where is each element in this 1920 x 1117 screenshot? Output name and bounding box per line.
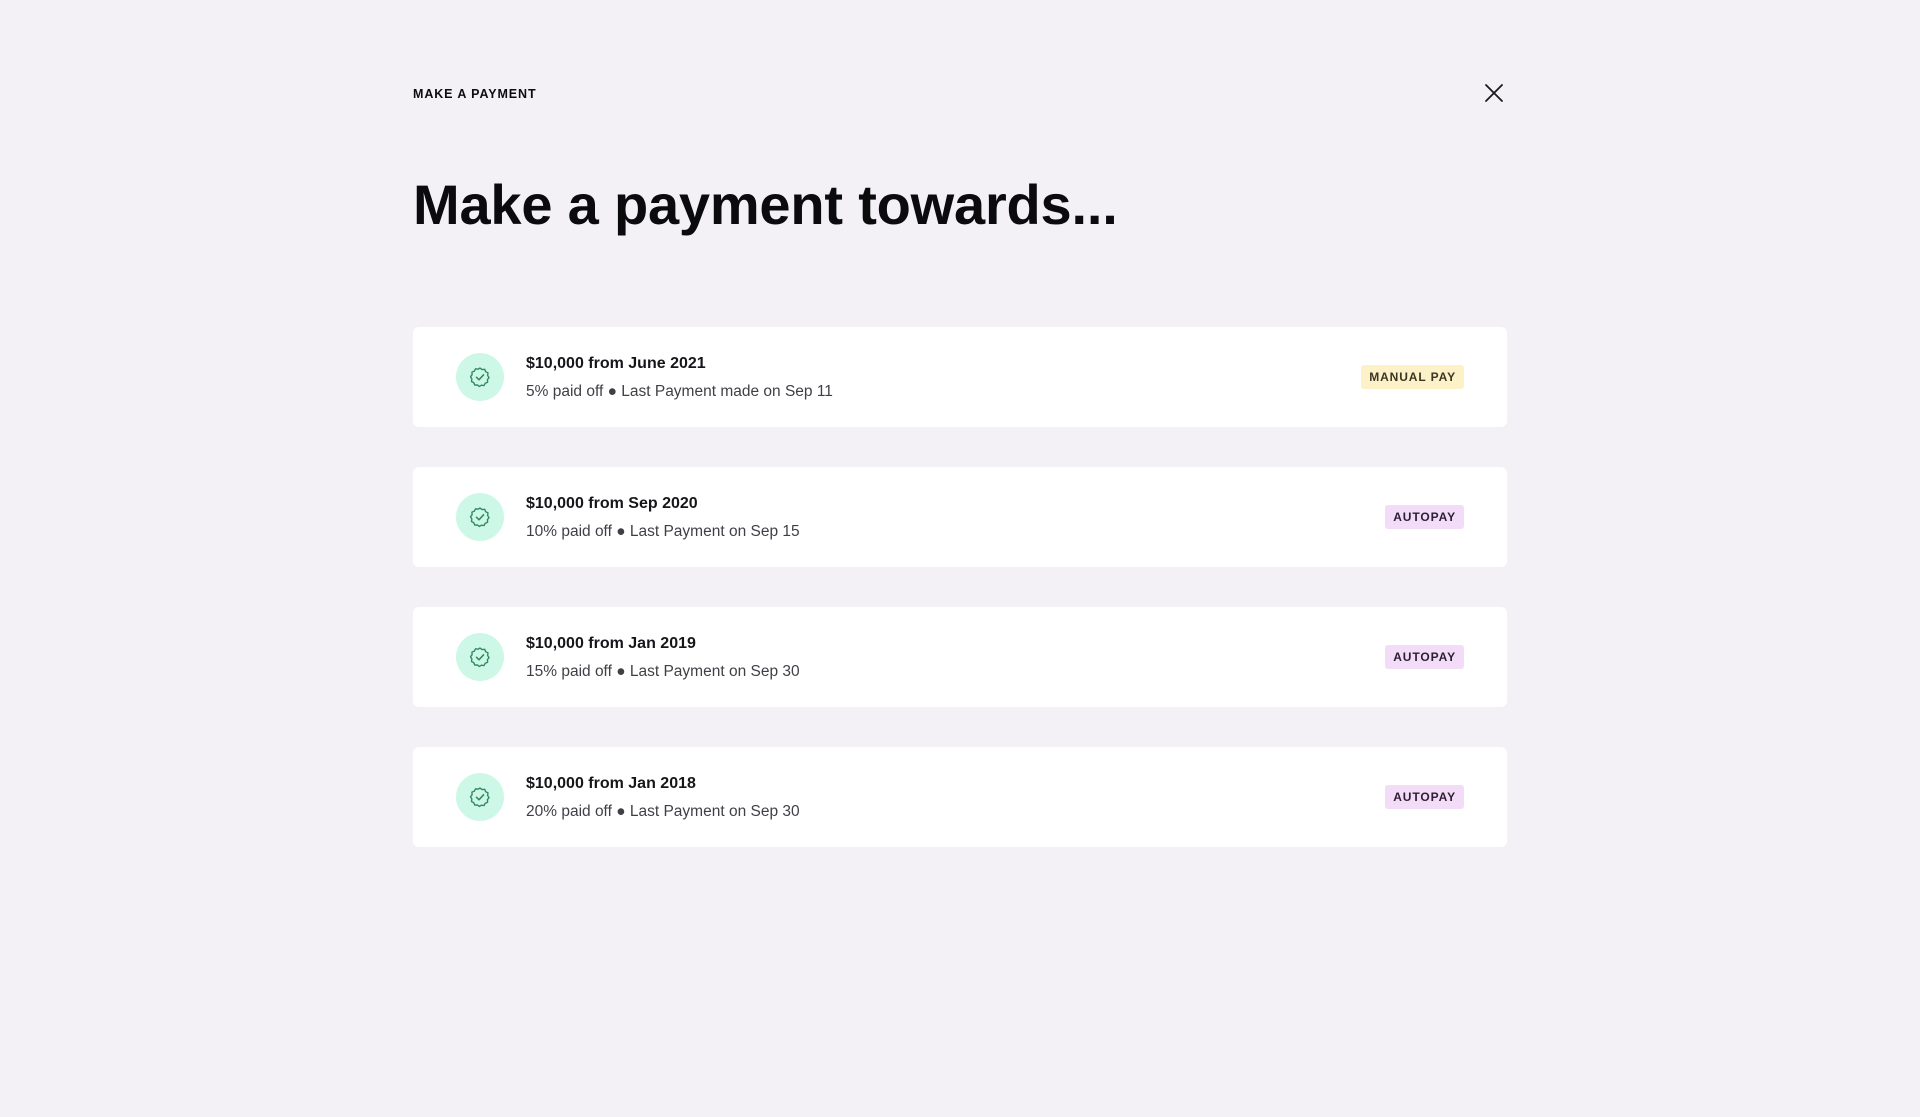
- loan-title: $10,000 from Sep 2020: [526, 495, 698, 512]
- manual-pay-badge: MANUAL PAY: [1361, 365, 1464, 389]
- loan-card-text: $10,000 from Jan 2018 20% paid off ● Las…: [526, 774, 800, 822]
- loan-card[interactable]: $10,000 from Sep 2020 10% paid off ● Las…: [413, 467, 1507, 567]
- loan-card-text: $10,000 from Jan 2019 15% paid off ● Las…: [526, 634, 800, 682]
- loan-subtitle: 10% paid off ● Last Payment on Sep 15: [526, 523, 800, 540]
- loan-card-text: $10,000 from June 2021 5% paid off ● Las…: [526, 354, 833, 402]
- loan-card[interactable]: $10,000 from June 2021 5% paid off ● Las…: [413, 327, 1507, 427]
- check-badge-icon: [469, 507, 490, 528]
- loan-list: $10,000 from June 2021 5% paid off ● Las…: [413, 327, 1507, 887]
- check-badge-icon: [469, 787, 490, 808]
- close-button[interactable]: [1481, 80, 1507, 106]
- loan-subtitle: 20% paid off ● Last Payment on Sep 30: [526, 803, 800, 820]
- page: MAKE A PAYMENT Make a payment towards...…: [0, 0, 1920, 1117]
- status-circle: [456, 353, 504, 401]
- autopay-badge: AUTOPAY: [1385, 505, 1464, 529]
- modal-header-label: MAKE A PAYMENT: [413, 87, 537, 101]
- status-circle: [456, 493, 504, 541]
- loan-card-text: $10,000 from Sep 2020 10% paid off ● Las…: [526, 494, 800, 542]
- check-badge-icon: [469, 367, 490, 388]
- loan-title: $10,000 from Jan 2019: [526, 635, 696, 652]
- payment-modal: MAKE A PAYMENT Make a payment towards...…: [413, 0, 1507, 1117]
- page-title: Make a payment towards...: [413, 173, 1118, 236]
- check-badge-icon: [469, 647, 490, 668]
- loan-card[interactable]: $10,000 from Jan 2019 15% paid off ● Las…: [413, 607, 1507, 707]
- close-icon: [1485, 84, 1503, 102]
- loan-card[interactable]: $10,000 from Jan 2018 20% paid off ● Las…: [413, 747, 1507, 847]
- loan-title: $10,000 from Jan 2018: [526, 775, 696, 792]
- autopay-badge: AUTOPAY: [1385, 785, 1464, 809]
- loan-title: $10,000 from June 2021: [526, 355, 706, 372]
- loan-subtitle: 5% paid off ● Last Payment made on Sep 1…: [526, 383, 833, 400]
- autopay-badge: AUTOPAY: [1385, 645, 1464, 669]
- status-circle: [456, 633, 504, 681]
- status-circle: [456, 773, 504, 821]
- loan-subtitle: 15% paid off ● Last Payment on Sep 30: [526, 663, 800, 680]
